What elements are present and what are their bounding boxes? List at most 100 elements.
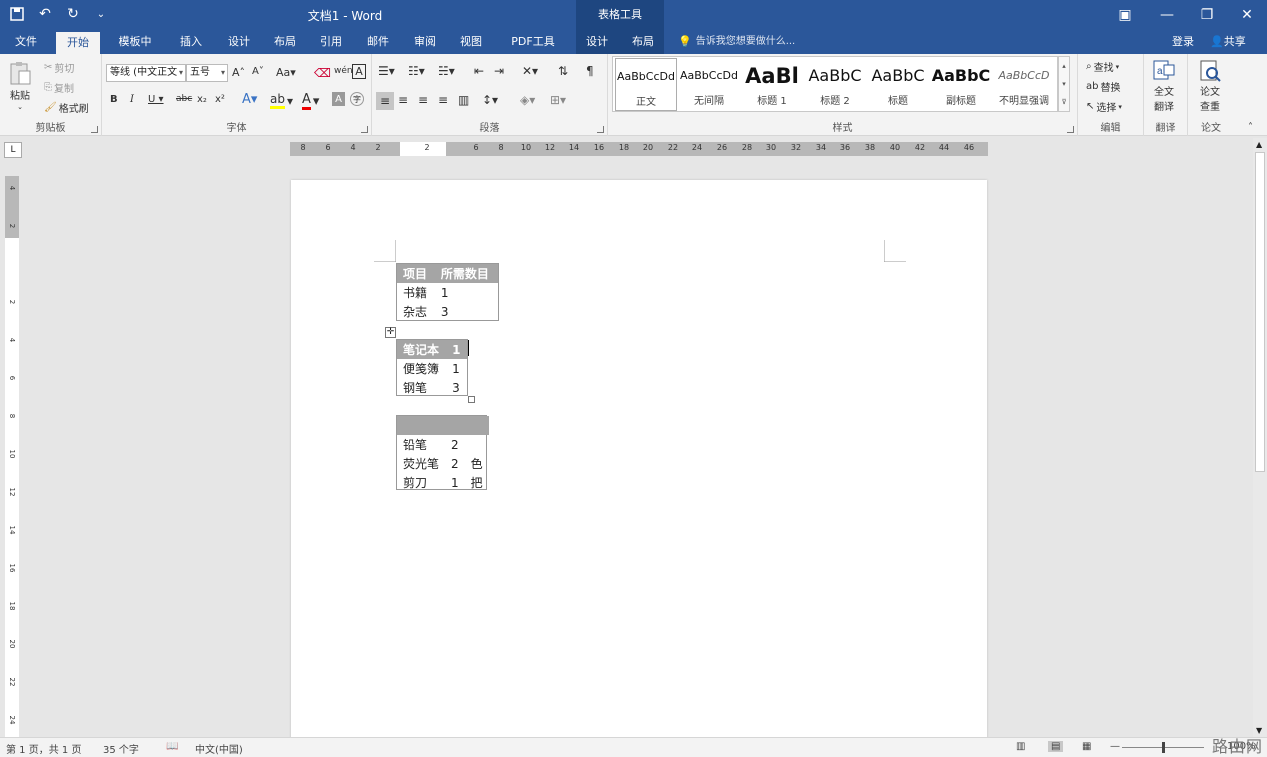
table-2[interactable]: 笔记本 1 便笺簿 1 钢笔 3 — [396, 339, 468, 396]
multilevel-list-icon[interactable]: ☵▾ — [438, 64, 455, 78]
ribbon-display-icon[interactable]: ▣ — [1105, 0, 1145, 30]
table-cell[interactable]: 笔记本 — [397, 340, 447, 359]
table-cell[interactable]: 3 — [446, 378, 467, 397]
style-subtle-emphasis[interactable]: AaBbCcD 不明显强调 — [993, 58, 1055, 111]
language-indicator[interactable]: 中文(中国) — [195, 741, 243, 756]
table-cell[interactable] — [445, 416, 465, 435]
table-cell[interactable]: 1 — [446, 340, 467, 359]
clipboard-launcher[interactable] — [91, 126, 98, 133]
replace-button[interactable]: ab 替换 — [1086, 79, 1120, 94]
enclose-characters-icon[interactable]: 字 — [350, 92, 364, 106]
zoom-slider-thumb[interactable] — [1162, 742, 1165, 753]
bold-icon[interactable]: B — [110, 94, 118, 105]
highlight-icon[interactable]: ab ▾ — [270, 92, 293, 109]
table-cell[interactable] — [465, 435, 489, 454]
italic-icon[interactable]: I — [130, 94, 134, 105]
styles-launcher[interactable] — [1067, 126, 1074, 133]
scroll-thumb[interactable] — [1255, 152, 1265, 472]
table-cell[interactable]: 钢笔 — [397, 378, 446, 397]
shading-icon[interactable]: ◈▾ — [520, 93, 535, 107]
full-text-translate-button[interactable]: a 全文 翻译 — [1152, 59, 1176, 113]
grow-font-icon[interactable]: A˄ — [232, 66, 245, 79]
table-cell[interactable]: 2 — [445, 454, 465, 473]
scroll-up-icon[interactable]: ▲ — [1256, 140, 1262, 149]
paste-button[interactable]: 粘贴 ⌄ — [8, 60, 32, 111]
align-left-icon[interactable]: ≡ — [376, 92, 394, 110]
zoom-slider[interactable] — [1122, 742, 1204, 753]
table-cell[interactable]: 1 — [445, 473, 465, 492]
tab-view[interactable]: 视图 — [452, 30, 490, 54]
vertical-scrollbar[interactable]: ▲ ▼ — [1253, 138, 1267, 737]
font-size-combo[interactable]: 五号 ▾ — [186, 64, 228, 82]
horizontal-ruler[interactable]: 8 6 4 2 2 6 8 10 12 14 16 18 20 22 24 26 28 30 32 34 36 38 40 4… — [290, 142, 988, 156]
bullets-icon[interactable]: ☰▾ — [378, 64, 395, 78]
web-layout-icon[interactable]: ▦ — [1082, 741, 1091, 752]
thesis-check-button[interactable]: 论文 查重 — [1198, 59, 1222, 113]
tab-table-layout[interactable]: 布局 — [624, 30, 662, 54]
tab-table-design[interactable]: 设计 — [578, 30, 616, 54]
collapse-ribbon-icon[interactable]: ˄ — [1248, 122, 1253, 133]
tab-references[interactable]: 引用 — [312, 30, 350, 54]
distributed-icon[interactable]: ▥ — [458, 93, 469, 107]
shrink-font-icon[interactable]: A˅ — [252, 66, 264, 77]
decrease-indent-icon[interactable]: ⇤ — [474, 64, 484, 78]
character-shading-icon[interactable]: A — [332, 92, 345, 106]
superscript-icon[interactable]: x² — [215, 94, 225, 105]
table-cell[interactable] — [397, 416, 446, 435]
zoom-out-icon[interactable]: — — [1110, 741, 1120, 752]
tab-template-center[interactable]: 模板中心 — [108, 30, 162, 72]
copy-button[interactable]: ⎘ 复制 — [44, 80, 74, 95]
find-button[interactable]: ⌕ 查找 ▾ — [1086, 59, 1119, 74]
table-cell[interactable]: 所需数目 — [434, 264, 498, 283]
style-title[interactable]: AaBbC 标题 — [867, 58, 929, 111]
paragraph-launcher[interactable] — [597, 126, 604, 133]
style-heading-1[interactable]: AaBl 标题 1 — [741, 58, 803, 111]
table-cell[interactable]: 铅笔 — [397, 435, 445, 454]
close-icon[interactable]: ✕ — [1227, 0, 1267, 30]
tab-home[interactable]: 开始 — [56, 32, 100, 54]
page-count[interactable]: 第 1 页，共 1 页 — [6, 741, 81, 756]
chinese-layout-icon[interactable]: ✕▾ — [522, 64, 538, 78]
increase-indent-icon[interactable]: ⇥ — [494, 64, 504, 78]
vertical-ruler[interactable]: 4 2 2 4 6 8 10 12 14 16 18 20 22 24 — [5, 176, 19, 737]
tab-selector[interactable]: L — [4, 142, 22, 158]
table-resize-handle[interactable] — [468, 396, 475, 403]
clear-format-icon[interactable]: ⌫ — [314, 66, 331, 80]
restore-icon[interactable]: ❐ — [1187, 0, 1227, 30]
styles-gallery-scroll[interactable]: ▴ ▾ ⊽ — [1058, 56, 1070, 112]
print-layout-icon[interactable]: ▤ — [1048, 741, 1064, 752]
numbering-icon[interactable]: ☷▾ — [408, 64, 425, 78]
share-button[interactable]: 👤共享 — [1204, 32, 1252, 52]
minimize-icon[interactable]: — — [1147, 0, 1187, 30]
table-cell[interactable]: 色 — [465, 454, 489, 473]
read-mode-icon[interactable]: ▥ — [1016, 741, 1025, 752]
tab-review[interactable]: 审阅 — [406, 30, 444, 54]
change-case-icon[interactable]: Aa▾ — [276, 66, 296, 79]
tab-insert[interactable]: 插入 — [172, 30, 210, 54]
line-spacing-icon[interactable]: ↕▾ — [482, 93, 498, 107]
borders-icon[interactable]: ⊞▾ — [550, 93, 566, 107]
underline-icon[interactable]: U ▾ — [148, 94, 164, 105]
character-border-icon[interactable]: A — [352, 64, 366, 79]
table-cell[interactable]: 1 — [446, 359, 467, 378]
tab-mailings[interactable]: 邮件 — [359, 30, 397, 54]
login-link[interactable]: 登录 — [1172, 30, 1194, 54]
tab-pdf-tools[interactable]: PDF工具集 — [500, 30, 566, 72]
document-page[interactable]: 项目 所需数目 书籍 1 杂志 3 ✛ 笔记本 1 便笺簿 1 钢笔 3 铅笔 2 荧光笔 2 色… — [291, 180, 987, 740]
table-1[interactable]: 项目 所需数目 书籍 1 杂志 3 — [396, 263, 499, 321]
table-3[interactable]: 铅笔 2 荧光笔 2 色 剪刀 1 把 — [396, 415, 489, 492]
style-heading-2[interactable]: AaBbC 标题 2 — [804, 58, 866, 111]
table-cell[interactable]: 1 — [435, 283, 498, 302]
tab-file[interactable]: 文件 — [8, 30, 44, 54]
tell-me-box[interactable]: 💡 告诉我您想要做什么... — [678, 30, 795, 54]
tab-layout[interactable]: 布局 — [266, 30, 304, 54]
cut-button[interactable]: ✂ 剪切 — [44, 60, 74, 75]
sort-icon[interactable]: ⇅ — [558, 64, 568, 78]
subscript-icon[interactable]: x₂ — [197, 94, 207, 105]
style-subtitle[interactable]: AaBbC 副标题 — [930, 58, 992, 111]
word-count[interactable]: 35 个字 — [103, 741, 139, 756]
table-cell[interactable]: 2 — [445, 435, 465, 454]
phonetic-guide-icon[interactable]: wén — [334, 66, 353, 76]
table-cell[interactable]: 荧光笔 — [397, 454, 445, 473]
select-button[interactable]: ↖ 选择 ▾ — [1086, 99, 1122, 114]
